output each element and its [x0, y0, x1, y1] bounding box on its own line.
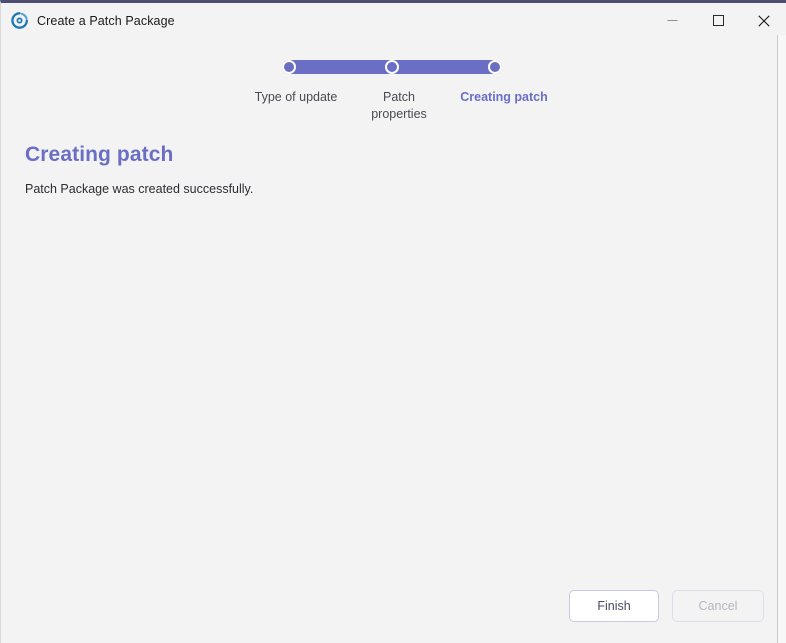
background-window-edge [777, 6, 778, 643]
stepper-labels: Type of update Patch properties Creating… [206, 89, 586, 129]
window-controls [649, 6, 786, 35]
background-window-sliver [778, 6, 786, 643]
stepper-dot-patch-properties[interactable] [385, 60, 399, 74]
title-bar-left: Create a Patch Package [1, 12, 649, 29]
cancel-button[interactable]: Cancel [672, 590, 764, 622]
create-patch-package-window: Create a Patch Package Type of update Pa… [0, 0, 786, 643]
stepper-dot-type-of-update[interactable] [282, 60, 296, 74]
close-button[interactable] [741, 6, 786, 35]
title-bar: Create a Patch Package [1, 6, 786, 35]
status-message: Patch Package was created successfully. [25, 182, 254, 196]
maximize-button[interactable] [695, 6, 741, 35]
stepper-dot-creating-patch[interactable] [488, 60, 502, 74]
stepper-label-creating-patch: Creating patch [460, 90, 548, 104]
page-title: Creating patch [25, 143, 174, 166]
patch-package-logo-icon [11, 12, 28, 29]
dialog-footer: Finish Cancel [1, 590, 786, 624]
stepper-label-type-of-update: Type of update [254, 90, 338, 104]
wizard-progress-stepper [282, 60, 502, 74]
window-title: Create a Patch Package [37, 13, 175, 28]
finish-button[interactable]: Finish [569, 590, 659, 622]
minimize-button[interactable] [649, 6, 695, 35]
